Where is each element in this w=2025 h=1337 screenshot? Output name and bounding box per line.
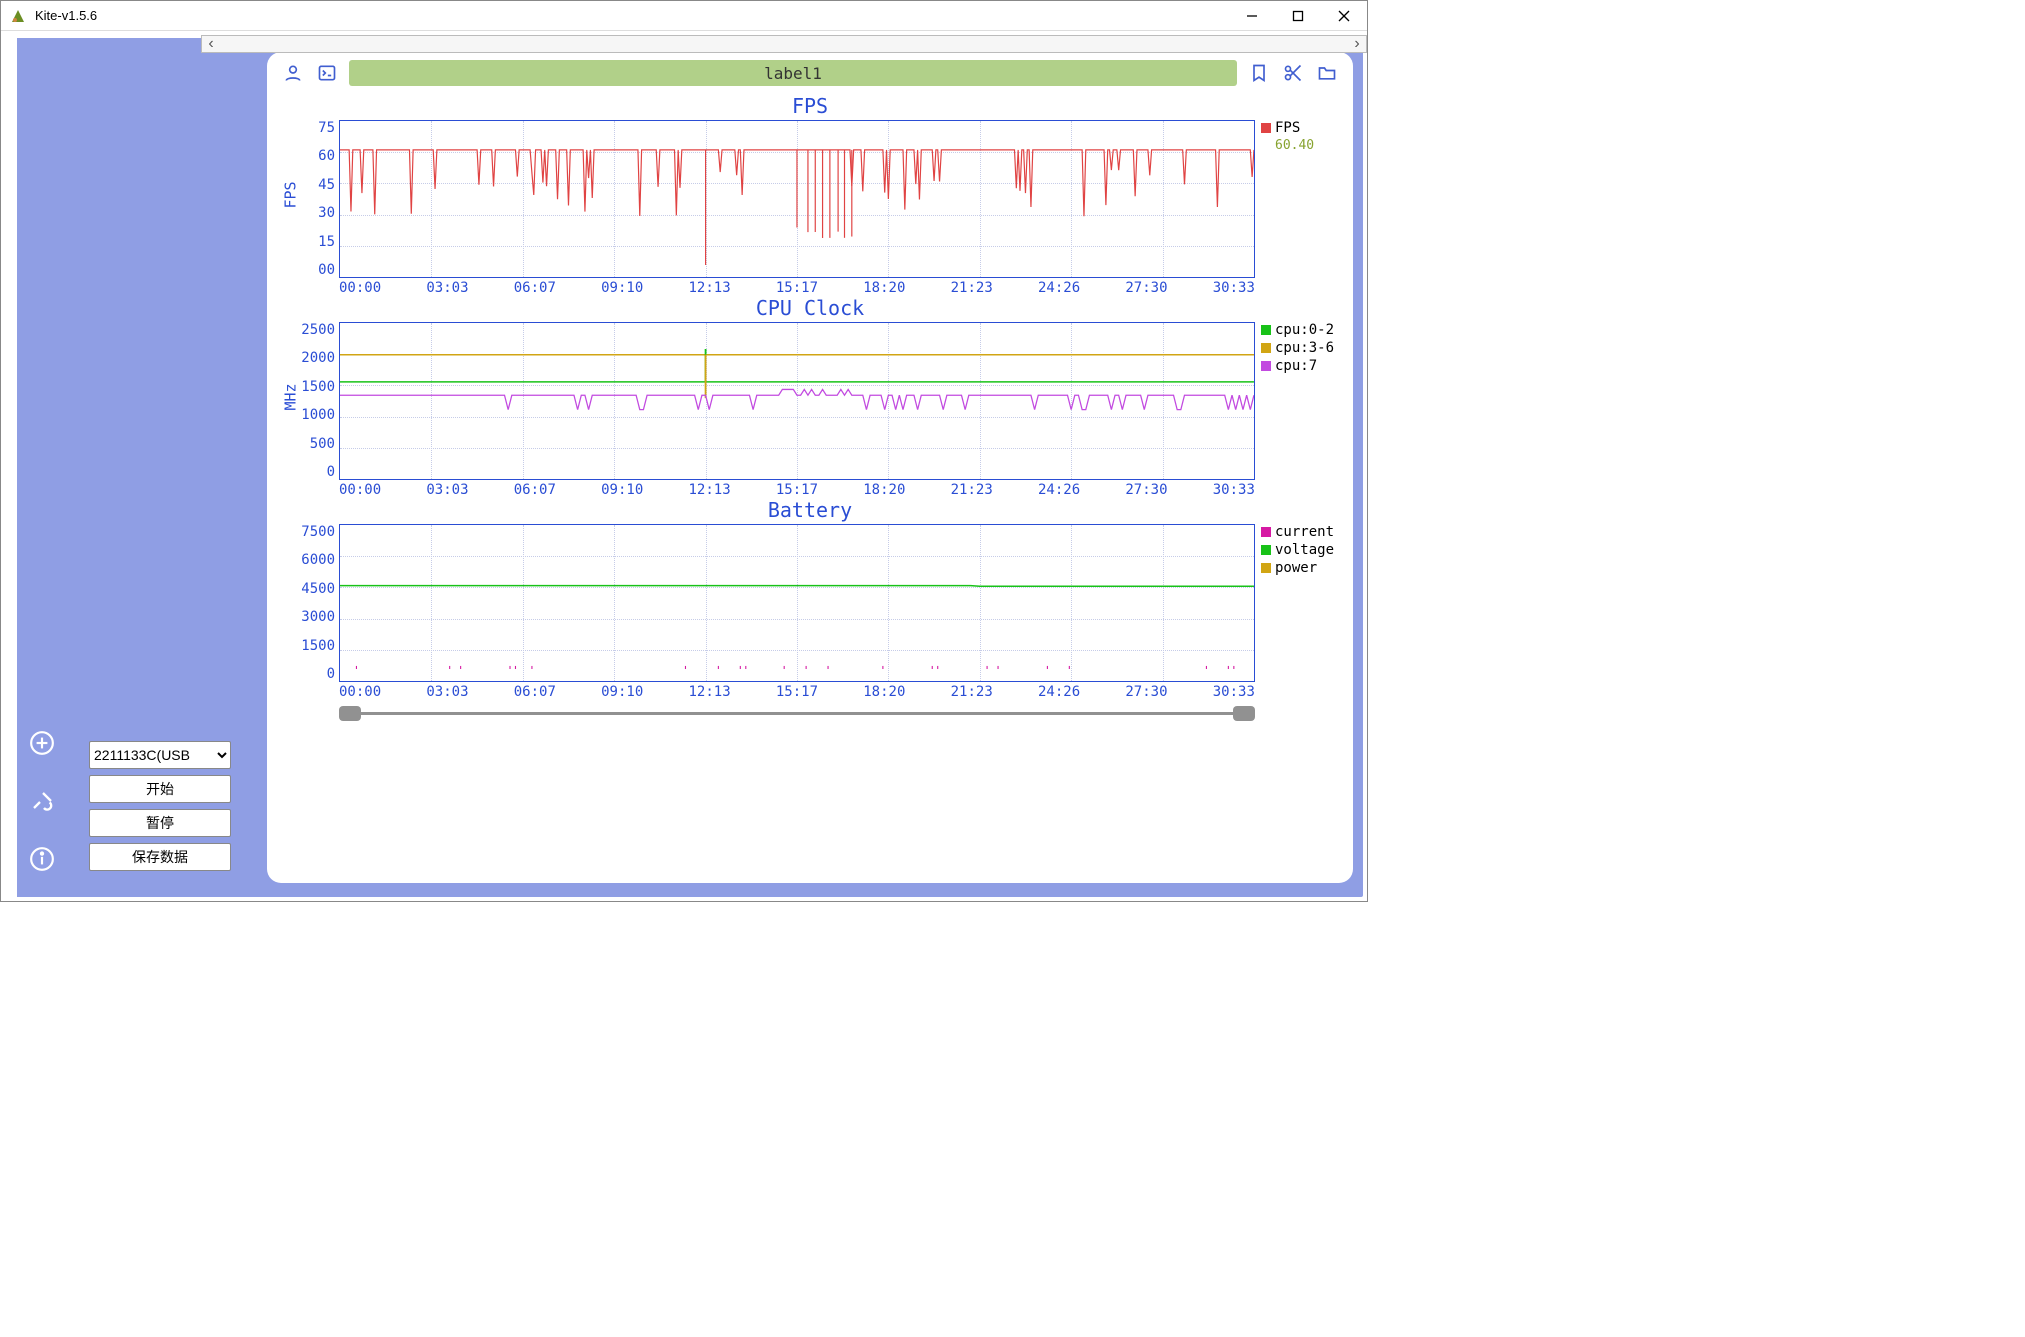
legend: current voltage power (1255, 524, 1339, 682)
chart-title: CPU Clock (281, 296, 1339, 320)
scroll-left-icon[interactable]: ‹ (202, 36, 220, 52)
app-window: Kite-v1.5.6 2211133C(USB 开始 暂停 保存数据 (0, 0, 1368, 902)
start-button[interactable]: 开始 (89, 775, 231, 803)
chart-fps: FPSFPS756045301500FPS60.4000:0003:0306:0… (281, 94, 1339, 296)
legend-item[interactable]: cpu:3-6 (1261, 340, 1339, 356)
user-icon[interactable] (281, 61, 305, 85)
y-axis-label: FPS (282, 181, 300, 208)
folder-icon[interactable] (1315, 61, 1339, 85)
horizontal-scrollbar[interactable]: ‹ › (201, 35, 1367, 53)
legend-item[interactable]: cpu:7 (1261, 358, 1339, 374)
range-handle-right[interactable] (1233, 706, 1255, 721)
info-icon[interactable] (28, 845, 56, 873)
x-ticks: 00:0003:0306:0709:1012:1315:1718:2021:23… (339, 280, 1255, 296)
legend-item[interactable]: power (1261, 560, 1339, 576)
maximize-button[interactable] (1275, 1, 1321, 31)
app-body: 2211133C(USB 开始 暂停 保存数据 label1 FPSFPS756… (17, 38, 1363, 897)
left-rail (17, 38, 67, 897)
save-button[interactable]: 保存数据 (89, 843, 231, 871)
main-card: label1 FPSFPS756045301500FPS60.4000:0003… (267, 52, 1353, 883)
titlebar: Kite-v1.5.6 (1, 1, 1367, 31)
app-icon (9, 7, 27, 25)
window-title: Kite-v1.5.6 (35, 8, 97, 23)
chart-title: Battery (281, 498, 1339, 522)
legend: cpu:0-2 cpu:3-6 cpu:7 (1255, 322, 1339, 480)
y-axis-label: MHz (282, 383, 300, 410)
plot-area[interactable] (339, 322, 1255, 480)
top-strip: label1 (275, 60, 1345, 92)
charts-area: FPSFPS756045301500FPS60.4000:0003:0306:0… (275, 92, 1345, 879)
plot-area[interactable] (339, 120, 1255, 278)
chart-cpu: CPU ClockMHz25002000150010005000cpu:0-2c… (281, 296, 1339, 498)
y-ticks: 750060004500300015000 (281, 524, 339, 682)
time-range-slider[interactable] (339, 706, 1255, 722)
bookmark-icon[interactable] (1247, 61, 1271, 85)
plot-area[interactable] (339, 524, 1255, 682)
scissors-icon[interactable] (1281, 61, 1305, 85)
legend-item[interactable]: cpu:0-2 (1261, 322, 1339, 338)
device-select[interactable]: 2211133C(USB (89, 741, 231, 769)
x-ticks: 00:0003:0306:0709:1012:1315:1718:2021:23… (339, 482, 1255, 498)
legend-item[interactable]: FPS (1261, 120, 1339, 136)
chart-bat: Battery750060004500300015000 current volta… (281, 498, 1339, 700)
label-bar: label1 (349, 60, 1237, 86)
terminal-icon[interactable] (315, 61, 339, 85)
legend: FPS60.40 (1255, 120, 1339, 278)
legend-item[interactable]: current (1261, 524, 1339, 540)
pause-button[interactable]: 暂停 (89, 809, 231, 837)
close-button[interactable] (1321, 1, 1367, 31)
scroll-right-icon[interactable]: › (1348, 36, 1366, 52)
x-ticks: 00:0003:0306:0709:1012:1315:1718:2021:23… (339, 684, 1255, 700)
range-handle-left[interactable] (339, 706, 361, 721)
settings-icon[interactable] (28, 787, 56, 815)
add-icon[interactable] (28, 729, 56, 757)
chart-title: FPS (281, 94, 1339, 118)
client-area: 2211133C(USB 开始 暂停 保存数据 label1 FPSFPS756… (1, 31, 1367, 901)
legend-item[interactable]: voltage (1261, 542, 1339, 558)
minimize-button[interactable] (1229, 1, 1275, 31)
side-panel: 2211133C(USB 开始 暂停 保存数据 (89, 741, 231, 871)
